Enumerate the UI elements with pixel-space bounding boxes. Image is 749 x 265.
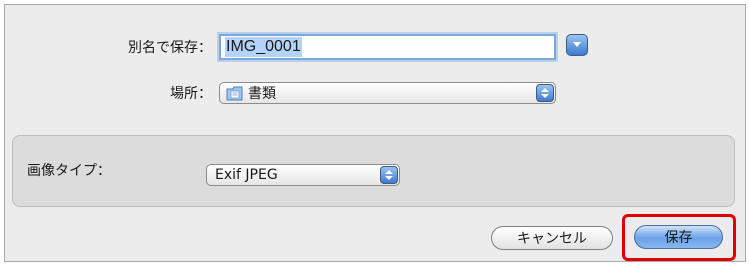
popup-arrows-icon — [536, 84, 554, 102]
location-label: 場所： — [170, 86, 212, 102]
image-type-label: 画像タイプ： — [27, 163, 111, 179]
image-type-popup[interactable]: Exif JPEG — [206, 164, 400, 186]
filename-field[interactable]: IMG_0001 — [219, 34, 556, 60]
popup-arrows-icon — [380, 166, 398, 184]
expand-dialog-button[interactable] — [566, 34, 588, 56]
documents-folder-icon — [226, 86, 243, 100]
image-type-value: Exif JPEG — [215, 167, 278, 183]
cancel-button[interactable]: キャンセル — [491, 226, 613, 250]
location-value: 書類 — [248, 86, 276, 102]
save-as-label: 別名で保存： — [128, 40, 212, 56]
save-button-highlight — [622, 214, 736, 261]
location-popup[interactable]: 書類 — [219, 82, 556, 104]
filename-value: IMG_0001 — [225, 37, 302, 57]
chevron-down-icon — [573, 42, 581, 47]
